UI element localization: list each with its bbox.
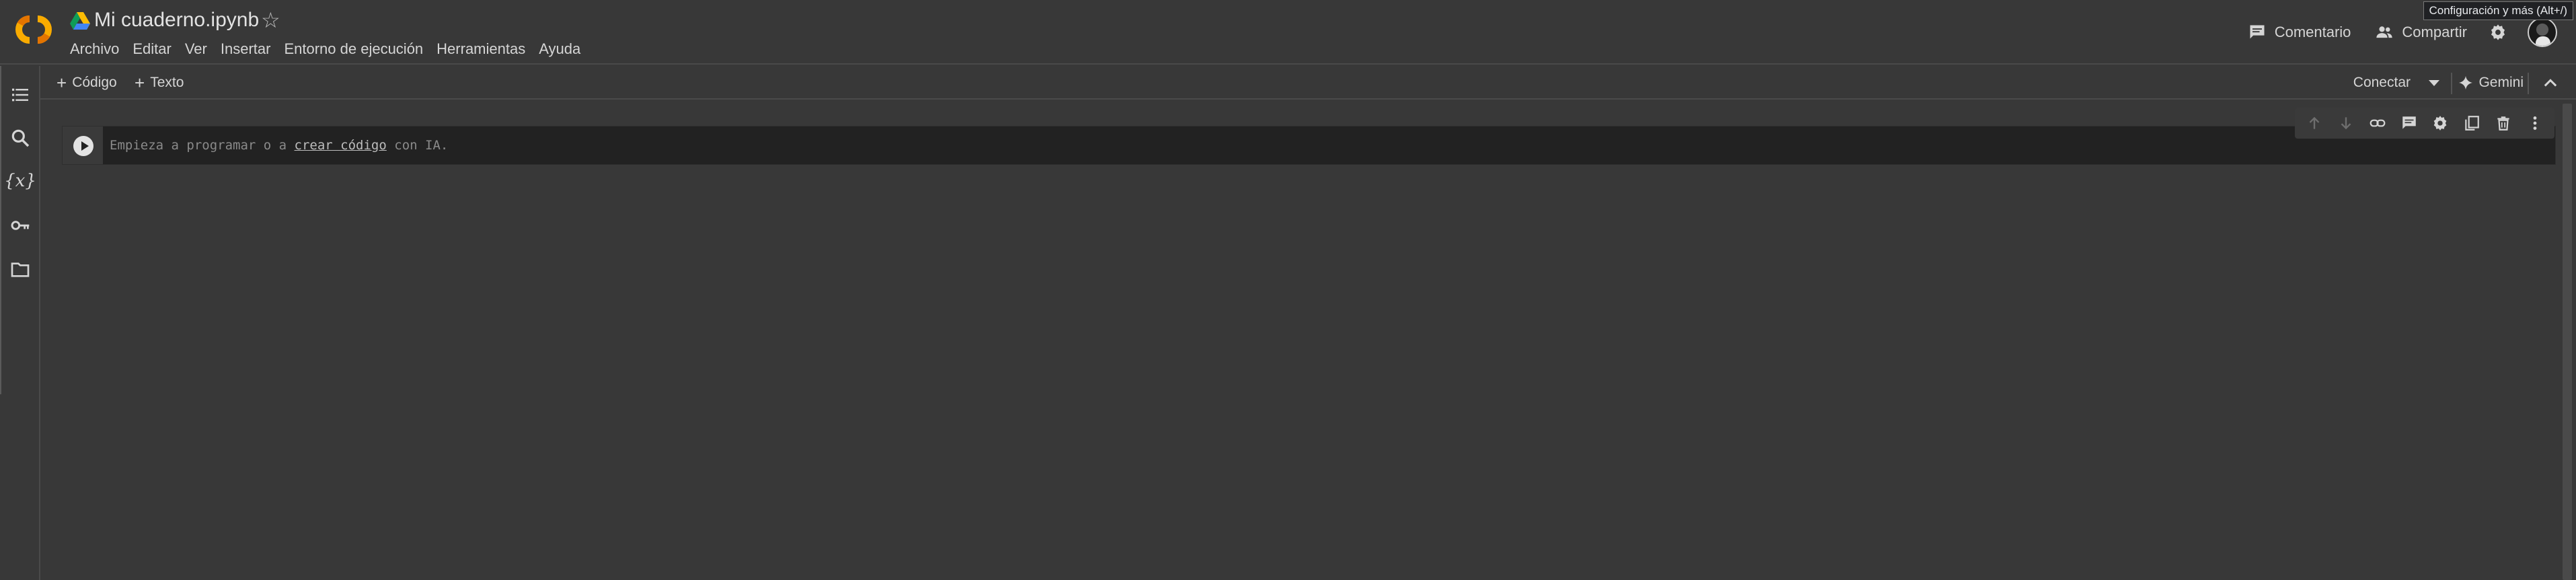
colab-logo[interactable]: [9, 9, 58, 50]
menu-herramientas[interactable]: Herramientas: [430, 39, 532, 59]
comment-icon: [2250, 25, 2265, 39]
share-button[interactable]: Compartir: [2363, 19, 2479, 46]
comment-button[interactable]: Comentario: [2236, 19, 2363, 46]
header-actions: Comentario Compartir: [2236, 17, 2576, 47]
gemini-label: Gemini: [2478, 75, 2524, 90]
more-vertical-icon[interactable]: [2525, 113, 2545, 133]
cell-toolbar: [2295, 108, 2554, 139]
plus-icon: +: [135, 73, 145, 93]
avatar[interactable]: [2528, 17, 2557, 47]
placeholder-prefix: Empieza a programar o a: [110, 138, 295, 153]
comment-icon[interactable]: [2399, 113, 2419, 133]
share-label: Compartir: [2402, 24, 2467, 40]
menu-entorno-ejecucion[interactable]: Entorno de ejecución: [277, 39, 430, 59]
plus-icon: +: [56, 73, 67, 93]
header: Mi cuaderno.ipynb ☆ Archivo Editar Ver I…: [0, 0, 2576, 65]
notebook-toolbar: + Código + Texto Conectar Gemini: [40, 66, 2576, 100]
mirror-cell-icon[interactable]: [2462, 113, 2482, 133]
menu-editar[interactable]: Editar: [126, 39, 178, 59]
generate-code-link[interactable]: crear código: [295, 138, 387, 153]
menu-insertar[interactable]: Insertar: [214, 39, 278, 59]
folder-icon[interactable]: [9, 258, 32, 281]
list-icon: [12, 88, 28, 102]
files-folder-icon: [11, 262, 30, 277]
sparkle-icon: [2459, 75, 2473, 90]
star-icon[interactable]: ☆: [261, 8, 280, 32]
notebook-title[interactable]: Mi cuaderno.ipynb: [94, 8, 259, 32]
menu-archivo[interactable]: Archivo: [70, 39, 126, 59]
menu-bar: Archivo Editar Ver Insertar Entorno de e…: [70, 39, 587, 59]
move-up-icon[interactable]: [2304, 113, 2324, 133]
google-drive-icon: [70, 12, 90, 30]
connect-button[interactable]: Conectar: [2341, 75, 2423, 91]
comment-label: Comentario: [2274, 24, 2351, 40]
settings-tooltip: Configuración y más (Alt+/): [2423, 1, 2573, 20]
add-text-cell-button[interactable]: + Texto: [135, 71, 184, 94]
scrollbar[interactable]: [2563, 104, 2572, 580]
move-down-icon[interactable]: [2336, 113, 2356, 133]
connect-dropdown-icon[interactable]: [2423, 71, 2446, 94]
add-code-cell-button[interactable]: + Código: [56, 71, 117, 94]
add-text-label: Texto: [150, 75, 184, 90]
link-icon[interactable]: [2367, 113, 2388, 133]
cell-gutter: [63, 126, 103, 164]
connect-group: Conectar: [2341, 71, 2446, 94]
chevron-up-icon[interactable]: [2541, 74, 2560, 93]
gear-icon: [2491, 24, 2505, 40]
toolbar-divider: [2451, 73, 2452, 94]
placeholder-suffix: con IA.: [386, 138, 449, 153]
settings-button[interactable]: [2479, 19, 2517, 46]
code-cell[interactable]: Empieza a programar o a crear código con…: [62, 126, 2556, 165]
left-sidebar: {x}: [0, 66, 40, 580]
people-icon: [2376, 26, 2393, 38]
sidebar-edge[interactable]: [0, 66, 1, 394]
code-editor[interactable]: Empieza a programar o a crear código con…: [110, 126, 448, 164]
run-cell-button[interactable]: [73, 136, 93, 156]
variables-icon[interactable]: {x}: [4, 170, 36, 192]
gear-icon[interactable]: [2430, 113, 2450, 133]
menu-ver[interactable]: Ver: [178, 39, 214, 59]
delete-icon[interactable]: [2493, 113, 2513, 133]
table-of-contents-icon[interactable]: [9, 83, 32, 106]
menu-ayuda[interactable]: Ayuda: [532, 39, 587, 59]
add-code-label: Código: [72, 75, 117, 90]
key-icon[interactable]: [9, 214, 32, 237]
magnifier-icon: [11, 129, 30, 147]
secrets-key-icon: [11, 221, 30, 230]
toolbar-divider: [2528, 73, 2529, 94]
gemini-button[interactable]: Gemini: [2458, 71, 2524, 94]
search-icon[interactable]: [9, 126, 32, 149]
